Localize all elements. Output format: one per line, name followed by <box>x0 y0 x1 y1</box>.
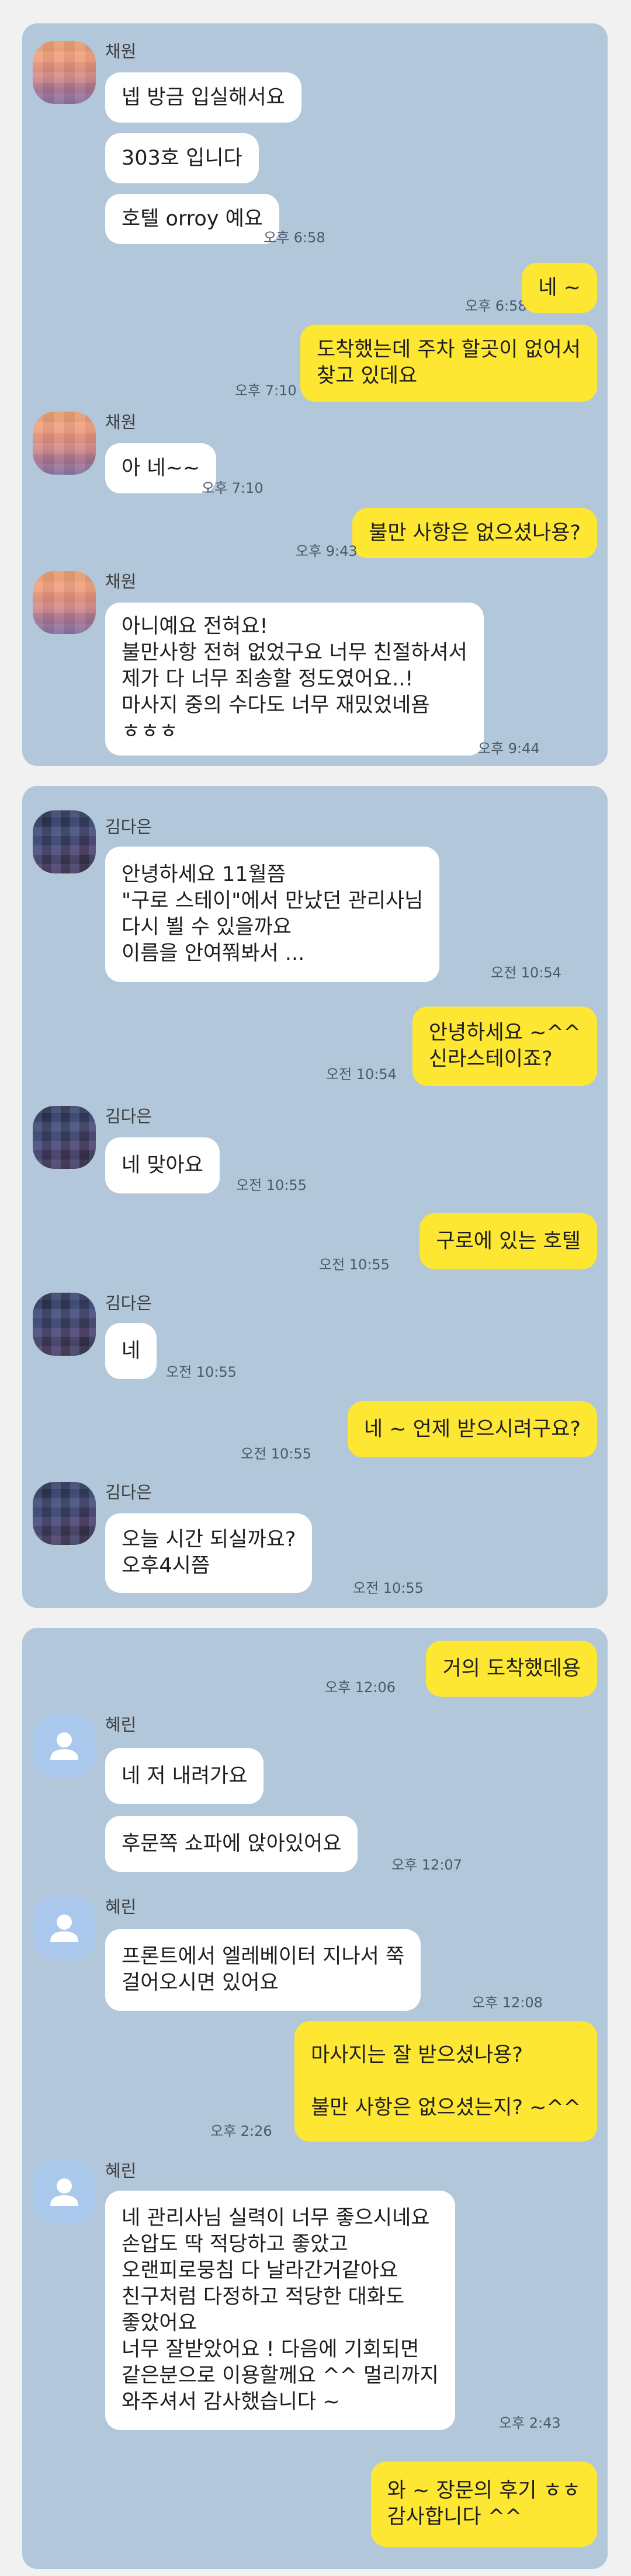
message-time: 오후 9:43 <box>296 543 358 559</box>
incoming-message[interactable]: 후문쪽 쇼파에 앉아있어요 <box>105 1816 358 1872</box>
sender-name: 혜린 <box>105 1897 137 1917</box>
avatar[interactable] <box>33 1896 96 1959</box>
outgoing-message[interactable]: 마사지는 잘 받으셨나용? 불만 사항은 없으셨는지? ~^^ <box>294 2021 597 2142</box>
message-time: 오후 2:43 <box>499 2415 561 2431</box>
sender-name: 김다은 <box>105 817 152 837</box>
chat-panel-3: 거의 도착했데용 오후 12:06 혜린 네 저 내려가요 후문쪽 쇼파에 앉아… <box>22 1628 608 2569</box>
outgoing-message[interactable]: 거의 도착했데용 <box>426 1641 597 1697</box>
message-time: 오후 6:58 <box>264 229 325 246</box>
outgoing-message[interactable]: 와 ~ 장문의 후기 ㅎㅎ 감사합니다 ^^ <box>370 2462 597 2547</box>
incoming-message[interactable]: 아 네~~ <box>105 443 217 493</box>
chat-panel-1: 채원 넵 방금 입실해서요 303호 입니다 호텔 orroy 예요 오후 6:… <box>22 23 608 766</box>
incoming-message[interactable]: 넵 방금 입실해서요 <box>105 72 301 123</box>
incoming-message[interactable]: 네 저 내려가요 <box>105 1748 264 1804</box>
sender-name: 채원 <box>105 41 137 61</box>
message-time: 오후 12:08 <box>472 1994 543 2011</box>
message-time: 오후 7:10 <box>202 480 264 496</box>
message-time: 오전 10:55 <box>236 1177 307 1193</box>
outgoing-message[interactable]: 구로에 있는 호텔 <box>419 1213 597 1269</box>
avatar[interactable] <box>33 2160 96 2223</box>
outgoing-message[interactable]: 도착했는데 주차 할곳이 없어서 찾고 있데요 <box>300 325 597 402</box>
sender-name: 채원 <box>105 412 137 432</box>
chat-panel-2: 김다은 안녕하세요 11월쯤 "구로 스테이"에서 만났던 관리사님 다시 뵐 … <box>22 786 608 1608</box>
message-time: 오전 10:54 <box>326 1066 397 1082</box>
default-profile-icon <box>50 1914 78 1942</box>
message-time: 오전 10:54 <box>491 965 561 981</box>
message-time: 오후 6:58 <box>465 298 527 314</box>
outgoing-message[interactable]: 네 ~ 언제 받으시려구요? <box>347 1401 597 1457</box>
message-time: 오후 12:07 <box>391 1857 462 1873</box>
sender-name: 김다은 <box>105 1482 152 1502</box>
message-time: 오후 9:44 <box>478 740 540 757</box>
message-time: 오후 7:10 <box>235 382 297 399</box>
incoming-message[interactable]: 프론트에서 엘레베이터 지나서 쭉 걸어오시면 있어요 <box>105 1929 421 2011</box>
incoming-message[interactable]: 네 관리사님 실력이 너무 좋으시네요 손압도 딱 적당하고 좋았고 오랜피로뭉… <box>105 2191 455 2430</box>
avatar[interactable] <box>33 412 96 475</box>
sender-name: 김다은 <box>105 1106 152 1126</box>
outgoing-message[interactable]: 불만 사항은 없으셨나용? <box>352 508 597 558</box>
outgoing-message[interactable]: 네 ~ <box>522 263 597 313</box>
avatar[interactable] <box>33 571 96 634</box>
message-time: 오전 10:55 <box>166 1364 237 1380</box>
incoming-message[interactable]: 호텔 orroy 예요 <box>105 194 279 244</box>
sender-name: 혜린 <box>105 2161 137 2181</box>
incoming-message[interactable]: 아니예요 전혀요! 불만사항 전혀 없었구요 너무 친절하셔서 제가 다 너무 … <box>105 603 484 756</box>
sender-name: 채원 <box>105 572 137 591</box>
outgoing-message[interactable]: 안녕하세요 ~^^ 신라스테이죠? <box>412 1007 597 1086</box>
sender-name: 김다은 <box>105 1293 152 1313</box>
message-time: 오전 10:55 <box>241 1446 311 1462</box>
message-time: 오전 10:55 <box>319 1256 390 1273</box>
message-time: 오후 2:26 <box>210 2123 272 2139</box>
avatar[interactable] <box>33 1482 96 1545</box>
avatar[interactable] <box>33 1293 96 1356</box>
incoming-message[interactable]: 안녕하세요 11월쯤 "구로 스테이"에서 만났던 관리사님 다시 뵐 수 있을… <box>105 847 440 982</box>
default-profile-icon <box>50 1732 78 1760</box>
sender-name: 혜린 <box>105 1715 137 1735</box>
incoming-message[interactable]: 303호 입니다 <box>105 133 259 183</box>
avatar[interactable] <box>33 41 96 104</box>
avatar[interactable] <box>33 810 96 873</box>
message-time: 오전 10:55 <box>353 1580 424 1596</box>
avatar[interactable] <box>33 1106 96 1169</box>
incoming-message[interactable]: 오늘 시간 되실까요? 오후4시쯤 <box>105 1513 313 1593</box>
incoming-message[interactable]: 네 <box>105 1323 157 1379</box>
message-time: 오후 12:06 <box>325 1679 396 1696</box>
default-profile-icon <box>50 2178 78 2206</box>
incoming-message[interactable]: 네 맞아요 <box>105 1137 220 1193</box>
avatar[interactable] <box>33 1714 96 1777</box>
